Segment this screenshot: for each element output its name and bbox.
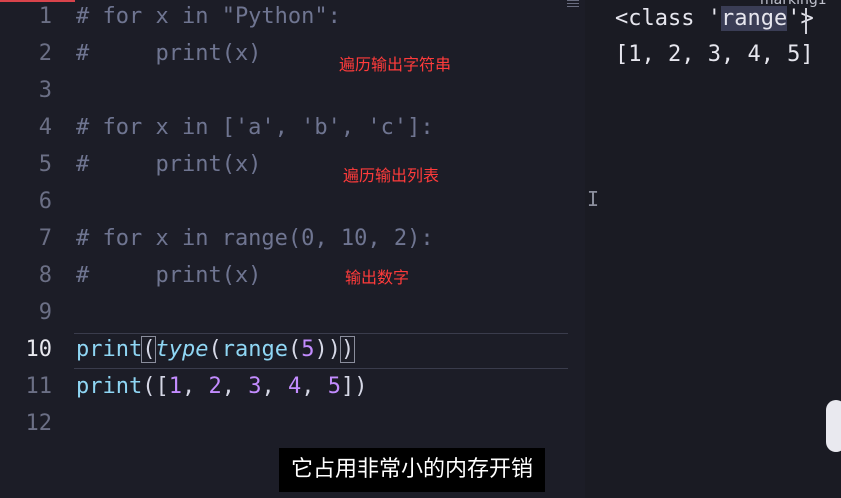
number-literal: 4 [287,374,302,399]
line-number: 3 [38,78,52,103]
output-line-2[interactable]: [1, 2, 3, 4, 5] [615,42,814,67]
open-paren: ( [141,336,157,363]
close-bracket: ]) [340,374,368,399]
number-literal: 2 [208,374,222,399]
line-number: 6 [38,189,52,214]
separator: , [181,374,209,399]
minimap-icon[interactable] [567,0,579,10]
separator: , [261,374,288,399]
range-function: range [221,337,288,362]
output-line-1[interactable]: <class 'range'> [615,6,814,31]
scroll-handle[interactable] [826,400,841,452]
code-editor[interactable]: 1 2 3 4 5 6 7 8 9 10 11 12 # for x in "P… [0,0,585,498]
print-function: print [76,337,143,362]
separator: , [301,374,328,399]
output-text: <class ' [615,6,721,31]
output-panel[interactable] [585,0,841,498]
code-line-4[interactable]: # for x in ['a', 'b', 'c']: [76,115,434,140]
line-number: 1 [38,4,52,29]
text-cursor [805,8,807,34]
code-line-1[interactable]: # for x in "Python": [76,4,341,29]
type-builtin: type [155,337,209,362]
code-line-7[interactable]: # for x in range(0, 10, 2): [76,226,434,251]
line-number: 11 [25,374,53,399]
close-parens: )) [314,337,341,362]
line-number: 12 [25,411,53,436]
close-paren-matched: ) [339,336,356,363]
line-number: 7 [38,226,52,251]
video-caption: 它占用非常小的内存开销 [279,448,546,492]
annotation-string-iteration: 遍历输出字符串 [339,55,452,74]
annotation-number-output: 输出数字 [345,268,410,287]
line-number: 4 [38,115,52,140]
open-paren: ( [287,337,302,362]
line-number: 5 [38,152,52,177]
ibeam-cursor-icon: I [587,187,600,211]
annotation-list-iteration: 遍历输出列表 [343,166,440,185]
print-function: print [76,374,143,399]
code-line-2[interactable]: # print(x) [76,41,261,66]
output-text: '> [787,6,814,31]
number-literal: 5 [301,337,315,362]
line-number: 2 [38,41,52,66]
separator: , [221,374,249,399]
line-number: 9 [38,300,52,325]
active-tab-indicator [0,0,75,2]
number-literal: 1 [168,374,182,399]
open-bracket: ([ [142,374,169,399]
open-paren: ( [208,337,222,362]
code-line-11[interactable]: print([1, 2, 3, 4, 5]) [76,374,367,399]
output-selection: range [720,6,788,31]
line-number: 8 [38,263,52,288]
code-line-8[interactable]: # print(x) [76,263,261,288]
code-line-5[interactable]: # print(x) [76,152,261,177]
number-literal: 3 [248,374,262,399]
line-number-active: 10 [25,337,53,362]
code-line-10[interactable]: print(type(range(5))) [76,336,356,363]
number-literal: 5 [327,374,341,399]
